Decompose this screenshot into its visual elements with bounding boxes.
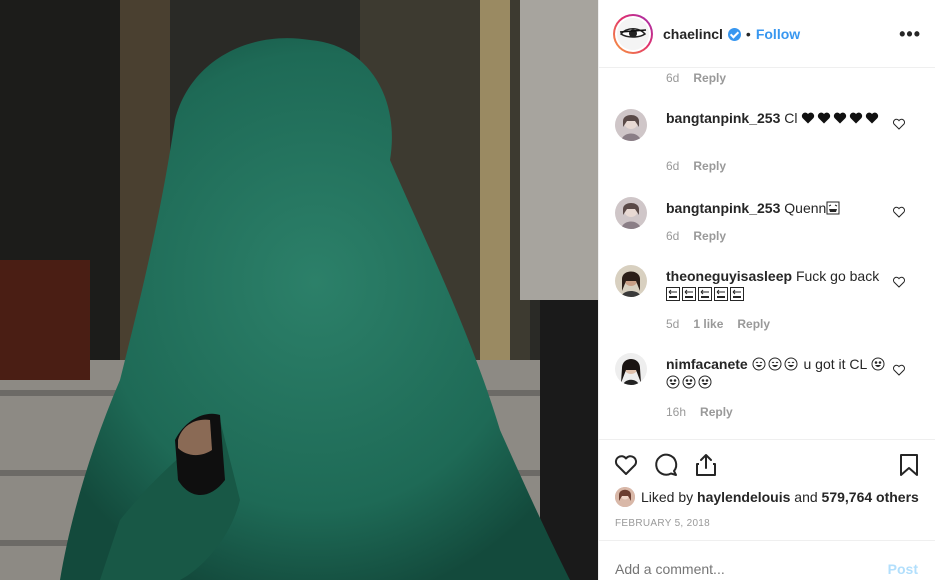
back-arrow-icon (666, 287, 680, 301)
black-heart-icon (866, 112, 879, 124)
liker-avatar[interactable] (615, 487, 635, 507)
comment-text: Fuck go back (795, 268, 880, 284)
comment-text: u got it CL (803, 356, 867, 372)
commenter-username[interactable]: bangtanpink_253 (666, 110, 780, 126)
comment-meta: 5d 1 like Reply (666, 317, 770, 331)
back-arrow-icon (730, 287, 744, 301)
commenter-avatar-image (615, 353, 647, 385)
comment-time: 16h (666, 405, 687, 419)
heart-icon[interactable] (613, 452, 639, 478)
add-comment-input[interactable] (615, 561, 865, 577)
comment-time: 6d (666, 71, 680, 85)
bookmark-icon[interactable] (896, 452, 922, 478)
grin-emojis (752, 356, 804, 372)
commenter-avatar[interactable] (615, 197, 647, 229)
comment-text-block: theoneguyisasleep Fuck go back (666, 267, 888, 303)
comments-list[interactable]: 6d Reply bangtanpink_253 Cl 6d Reply ban… (599, 69, 935, 439)
author-username[interactable]: chaelincl (663, 26, 723, 42)
commenter-username[interactable]: nimfacanete (666, 356, 748, 372)
author-avatar-image (617, 17, 649, 50)
comment-text: Cl (784, 110, 798, 126)
header-separator: • (745, 25, 751, 42)
liked-by-prefix: Liked by (641, 489, 694, 505)
post-comment-button[interactable]: Post (888, 561, 918, 577)
commenter-avatar-image (615, 197, 647, 229)
comment-meta: 6d Reply (666, 71, 726, 85)
star-eyes-emoji-icon (698, 375, 712, 389)
comment-time: 6d (666, 159, 680, 173)
comment-text-block: nimfacanete u got it CL (666, 355, 888, 391)
likes-count[interactable]: 579,764 others (822, 489, 919, 505)
comment-text-block: bangtanpink_253 Cl (666, 109, 888, 127)
grin-emoji-icon (752, 357, 766, 371)
star-eyes-emoji-icon (871, 357, 885, 371)
back-arrow-icon (682, 287, 696, 301)
comment-time: 6d (666, 229, 680, 243)
post-header: chaelincl • Follow ••• (599, 0, 935, 68)
like-comment-heart-icon[interactable] (892, 205, 906, 219)
comment-meta: 16h Reply (666, 405, 733, 419)
reply-button[interactable]: Reply (693, 229, 726, 243)
comment-text-block: bangtanpink_253 Quenn (666, 199, 888, 217)
follow-button[interactable]: Follow (756, 26, 800, 42)
commenter-avatar[interactable] (615, 353, 647, 385)
more-icon[interactable]: ••• (899, 25, 921, 43)
photo-illustration (0, 0, 598, 580)
laughing-emoji-icon (826, 201, 840, 215)
like-comment-heart-icon[interactable] (892, 363, 906, 377)
post-side-panel: chaelincl • Follow ••• 6d Reply bangtanp… (598, 0, 935, 580)
reply-button[interactable]: Reply (737, 317, 770, 331)
back-arrow-emojis (666, 286, 746, 302)
commenter-username[interactable]: bangtanpink_253 (666, 200, 780, 216)
liked-by-summary: Liked by haylendelouis and 579,764 other… (615, 487, 919, 507)
commenter-avatar[interactable] (615, 109, 647, 141)
like-comment-heart-icon[interactable] (892, 117, 906, 131)
comment-time: 5d (666, 317, 680, 331)
back-arrow-icon (698, 287, 712, 301)
add-comment-bar: Post (599, 540, 935, 580)
black-heart-icon (834, 112, 847, 124)
black-heart-emojis (801, 110, 881, 126)
liked-by-joiner: and (794, 489, 818, 505)
comment-text: Quenn (784, 200, 827, 216)
star-eyes-emoji-icon (666, 375, 680, 389)
verified-icon (727, 28, 741, 41)
back-arrow-icon (714, 287, 728, 301)
commenter-username[interactable]: theoneguyisasleep (666, 268, 792, 284)
liker-avatar-image (615, 487, 635, 507)
comment-meta: 6d Reply (666, 229, 726, 243)
share-icon[interactable] (693, 452, 719, 478)
post-actions: Liked by haylendelouis and 579,764 other… (599, 439, 935, 540)
liker-username[interactable]: haylendelouis (697, 489, 790, 505)
post-date[interactable]: FEBRUARY 5, 2018 (615, 518, 710, 529)
commenter-avatar-image (615, 109, 647, 141)
commenter-avatar-image (615, 265, 647, 297)
grin-emoji-icon (768, 357, 782, 371)
author-avatar[interactable] (613, 13, 653, 54)
comment-like-count[interactable]: 1 like (693, 317, 723, 331)
commenter-avatar[interactable] (615, 265, 647, 297)
star-eyes-emoji-icon (682, 375, 696, 389)
reply-button[interactable]: Reply (700, 405, 733, 419)
post-photo[interactable] (0, 0, 598, 580)
reply-button[interactable]: Reply (693, 71, 726, 85)
reply-button[interactable]: Reply (693, 159, 726, 173)
black-heart-icon (850, 112, 863, 124)
black-heart-icon (818, 112, 831, 124)
like-comment-heart-icon[interactable] (892, 275, 906, 289)
grin-emoji-icon (784, 357, 798, 371)
comment-meta: 6d Reply (666, 159, 726, 173)
comment-icon[interactable] (653, 452, 679, 478)
black-heart-icon (802, 112, 815, 124)
